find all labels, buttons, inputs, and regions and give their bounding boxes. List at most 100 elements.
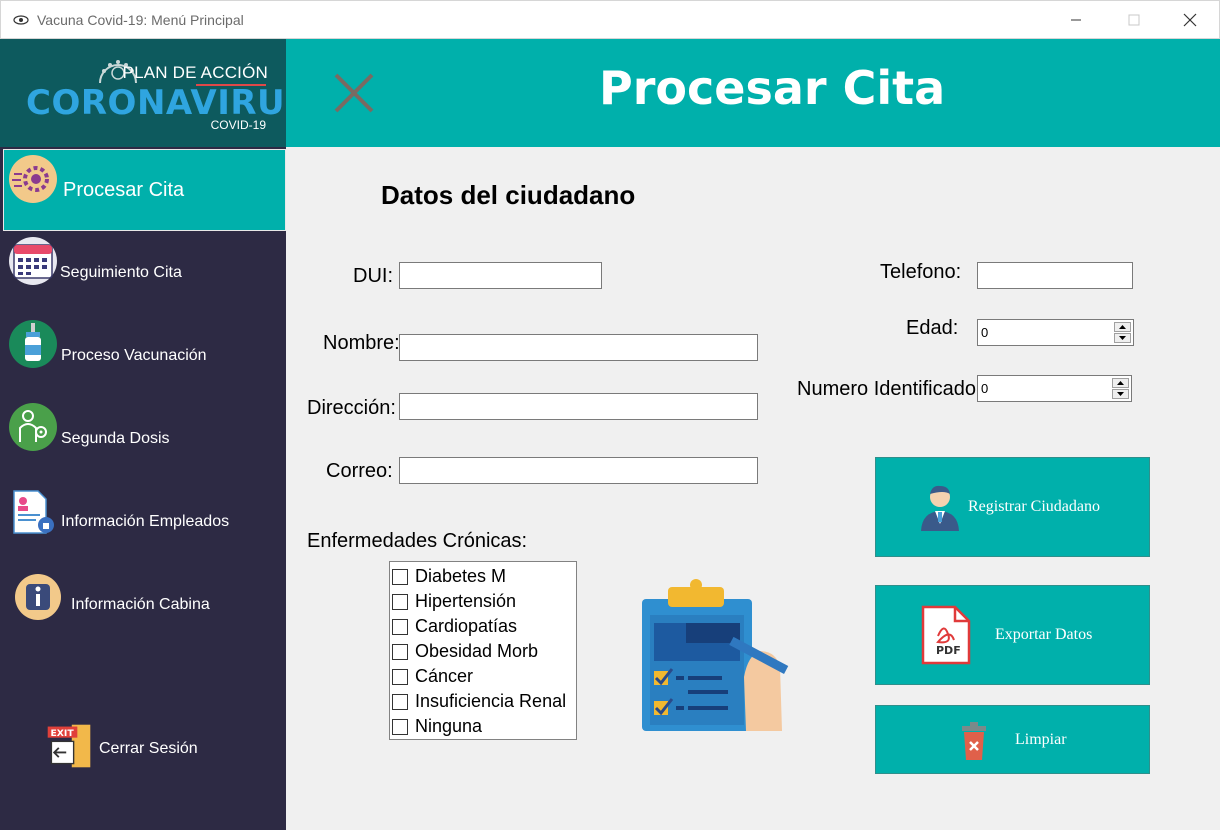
arrow-up-icon [1119,325,1126,329]
direccion-label: Dirección: [307,397,396,419]
checkbox[interactable] [392,718,408,735]
coronavirus-logo: PLAN DE ACCIÓN CORONAVIRUS COVID-19 [0,39,310,147]
enfermedades-checklist: Diabetes M Hipertensión Cardiopatías Obe… [389,561,577,740]
registrar-ciudadano-button[interactable]: Registrar Ciudadano [875,457,1150,557]
checkbox-label: Insuficiencia Renal [415,691,567,711]
logout-label: Cerrar Sesión [99,740,198,757]
sidebar-item-informacion-empleados[interactable]: Información Empleados [0,481,286,563]
checkbox-cancer[interactable]: Cáncer [392,664,473,689]
numero-identificador-stepper[interactable]: 0 [977,375,1132,402]
edad-down-button[interactable] [1114,333,1131,343]
vaccine-icon [9,320,57,368]
checkbox[interactable] [392,618,408,635]
sidebar: PLAN DE ACCIÓN CORONAVIRUS COVID-19 Proc… [0,39,310,830]
edad-stepper-arrows[interactable] [1114,322,1131,343]
checkbox[interactable] [392,668,408,685]
sidebar-item-label: Información Empleados [61,513,230,530]
checkbox[interactable] [392,593,408,610]
checkbox-label: Cáncer [415,666,474,686]
sidebar-item-proceso-vacunacion[interactable]: Proceso Vacunación [0,315,286,397]
app-eye-icon [13,15,29,25]
header-bar: Procesar Cita [286,39,1220,147]
edad-stepper[interactable]: 0 [977,319,1134,346]
checkbox-cardiopatias[interactable]: Cardiopatías [392,614,517,639]
numero-up-button[interactable] [1112,378,1129,388]
sidebar-item-seguimiento-cita[interactable]: Seguimiento Cita [0,232,286,314]
minimize-button[interactable] [1047,1,1105,39]
checkbox-label: Ninguna [415,716,483,736]
numero-identificador-label: Numero Identificador [797,378,983,400]
dui-field[interactable] [399,262,602,289]
clipboard-illustration [642,579,789,731]
correo-label: Correo: [326,460,393,482]
info-icon [15,574,61,620]
sidebar-item-informacion-cabina[interactable]: Información Cabina [0,564,286,646]
sidebar-item-segunda-dosis[interactable]: Segunda Dosis [0,398,286,480]
section-title: Datos del ciudadano [381,180,636,210]
employee-document-icon [13,490,54,534]
sidebar-item-procesar-cita[interactable]: Procesar Cita [3,149,286,231]
checkbox[interactable] [392,643,408,660]
dui-label: DUI: [353,265,393,287]
direccion-field[interactable] [399,393,758,420]
sidebar-item-label: Proceso Vacunación [61,347,207,364]
logout-button[interactable]: EXIT Cerrar Sesión [0,709,286,791]
logo-plan-text: PLAN DE ACCIÓN [122,63,268,82]
patient-icon [9,403,57,451]
nombre-field[interactable] [399,334,758,361]
checkbox[interactable] [392,568,408,585]
maximize-button[interactable] [1105,1,1163,39]
checkbox-obesidad[interactable]: Obesidad Morb [392,639,538,664]
checkbox-insuficiencia-renal[interactable]: Insuficiencia Renal [392,689,566,714]
trash-icon [962,722,986,760]
arrow-down-icon [1117,392,1124,396]
checkbox-label: Hipertensión [415,591,517,611]
calendar-icon [9,237,57,285]
svg-text:EXIT: EXIT [50,728,74,739]
exportar-label: Exportar Datos [995,626,1093,643]
checkbox-label: Obesidad Morb [415,641,539,661]
logo-sub-text: COVID-19 [210,118,266,132]
window-title: Vacuna Covid-19: Menú Principal [37,12,244,28]
arrow-down-icon [1119,336,1126,340]
minimize-icon [1071,19,1081,21]
sidebar-item-label: Segunda Dosis [61,430,170,447]
checkbox-hipertension[interactable]: Hipertensión [392,589,516,614]
exportar-datos-button[interactable]: PDF Exportar Datos [875,585,1150,685]
sidebar-item-label: Procesar Cita [63,179,185,201]
checkbox-diabetes[interactable]: Diabetes M [392,564,506,589]
enfermedades-label: Enfermedades Crónicas: [307,530,528,552]
numero-identificador-value: 0 [981,381,989,396]
checkbox-label: Cardiopatías [415,616,518,636]
window-titlebar: Vacuna Covid-19: Menú Principal [0,0,1220,39]
checkbox-ninguna[interactable]: Ninguna [392,714,482,739]
edad-up-button[interactable] [1114,322,1131,332]
close-panel-icon[interactable] [332,71,376,115]
edad-value: 0 [981,325,989,340]
limpiar-label: Limpiar [1015,731,1067,748]
exit-door-icon: EXIT [47,724,91,768]
correo-field[interactable] [399,457,758,484]
telefono-field[interactable] [977,262,1133,289]
numero-down-button[interactable] [1112,389,1129,399]
numero-stepper-arrows[interactable] [1112,378,1129,399]
nombre-label: Nombre: [323,332,400,354]
gear-icon [9,155,57,203]
window-close-button[interactable] [1161,1,1219,39]
sidebar-item-label: Información Cabina [71,596,210,613]
registrar-label: Registrar Ciudadano [968,498,1100,515]
main-panel: Datos del ciudadano DUI: Nombre: Direcci… [286,147,1220,830]
user-avatar-icon [921,485,959,531]
sidebar-item-label: Seguimiento Cita [60,264,182,281]
logo-main-text: CORONAVIRUS [26,83,311,123]
maximize-icon [1128,14,1140,26]
close-icon [1183,13,1197,27]
edad-label: Edad: [906,317,959,339]
checkbox[interactable] [392,693,408,710]
limpiar-button[interactable]: Limpiar [875,705,1150,774]
arrow-up-icon [1117,381,1124,385]
page-title: Procesar Cita [599,61,946,115]
checkbox-label: Diabetes M [415,566,507,586]
pdf-icon-text: PDF [936,644,961,657]
telefono-label: Telefono: [880,261,962,283]
